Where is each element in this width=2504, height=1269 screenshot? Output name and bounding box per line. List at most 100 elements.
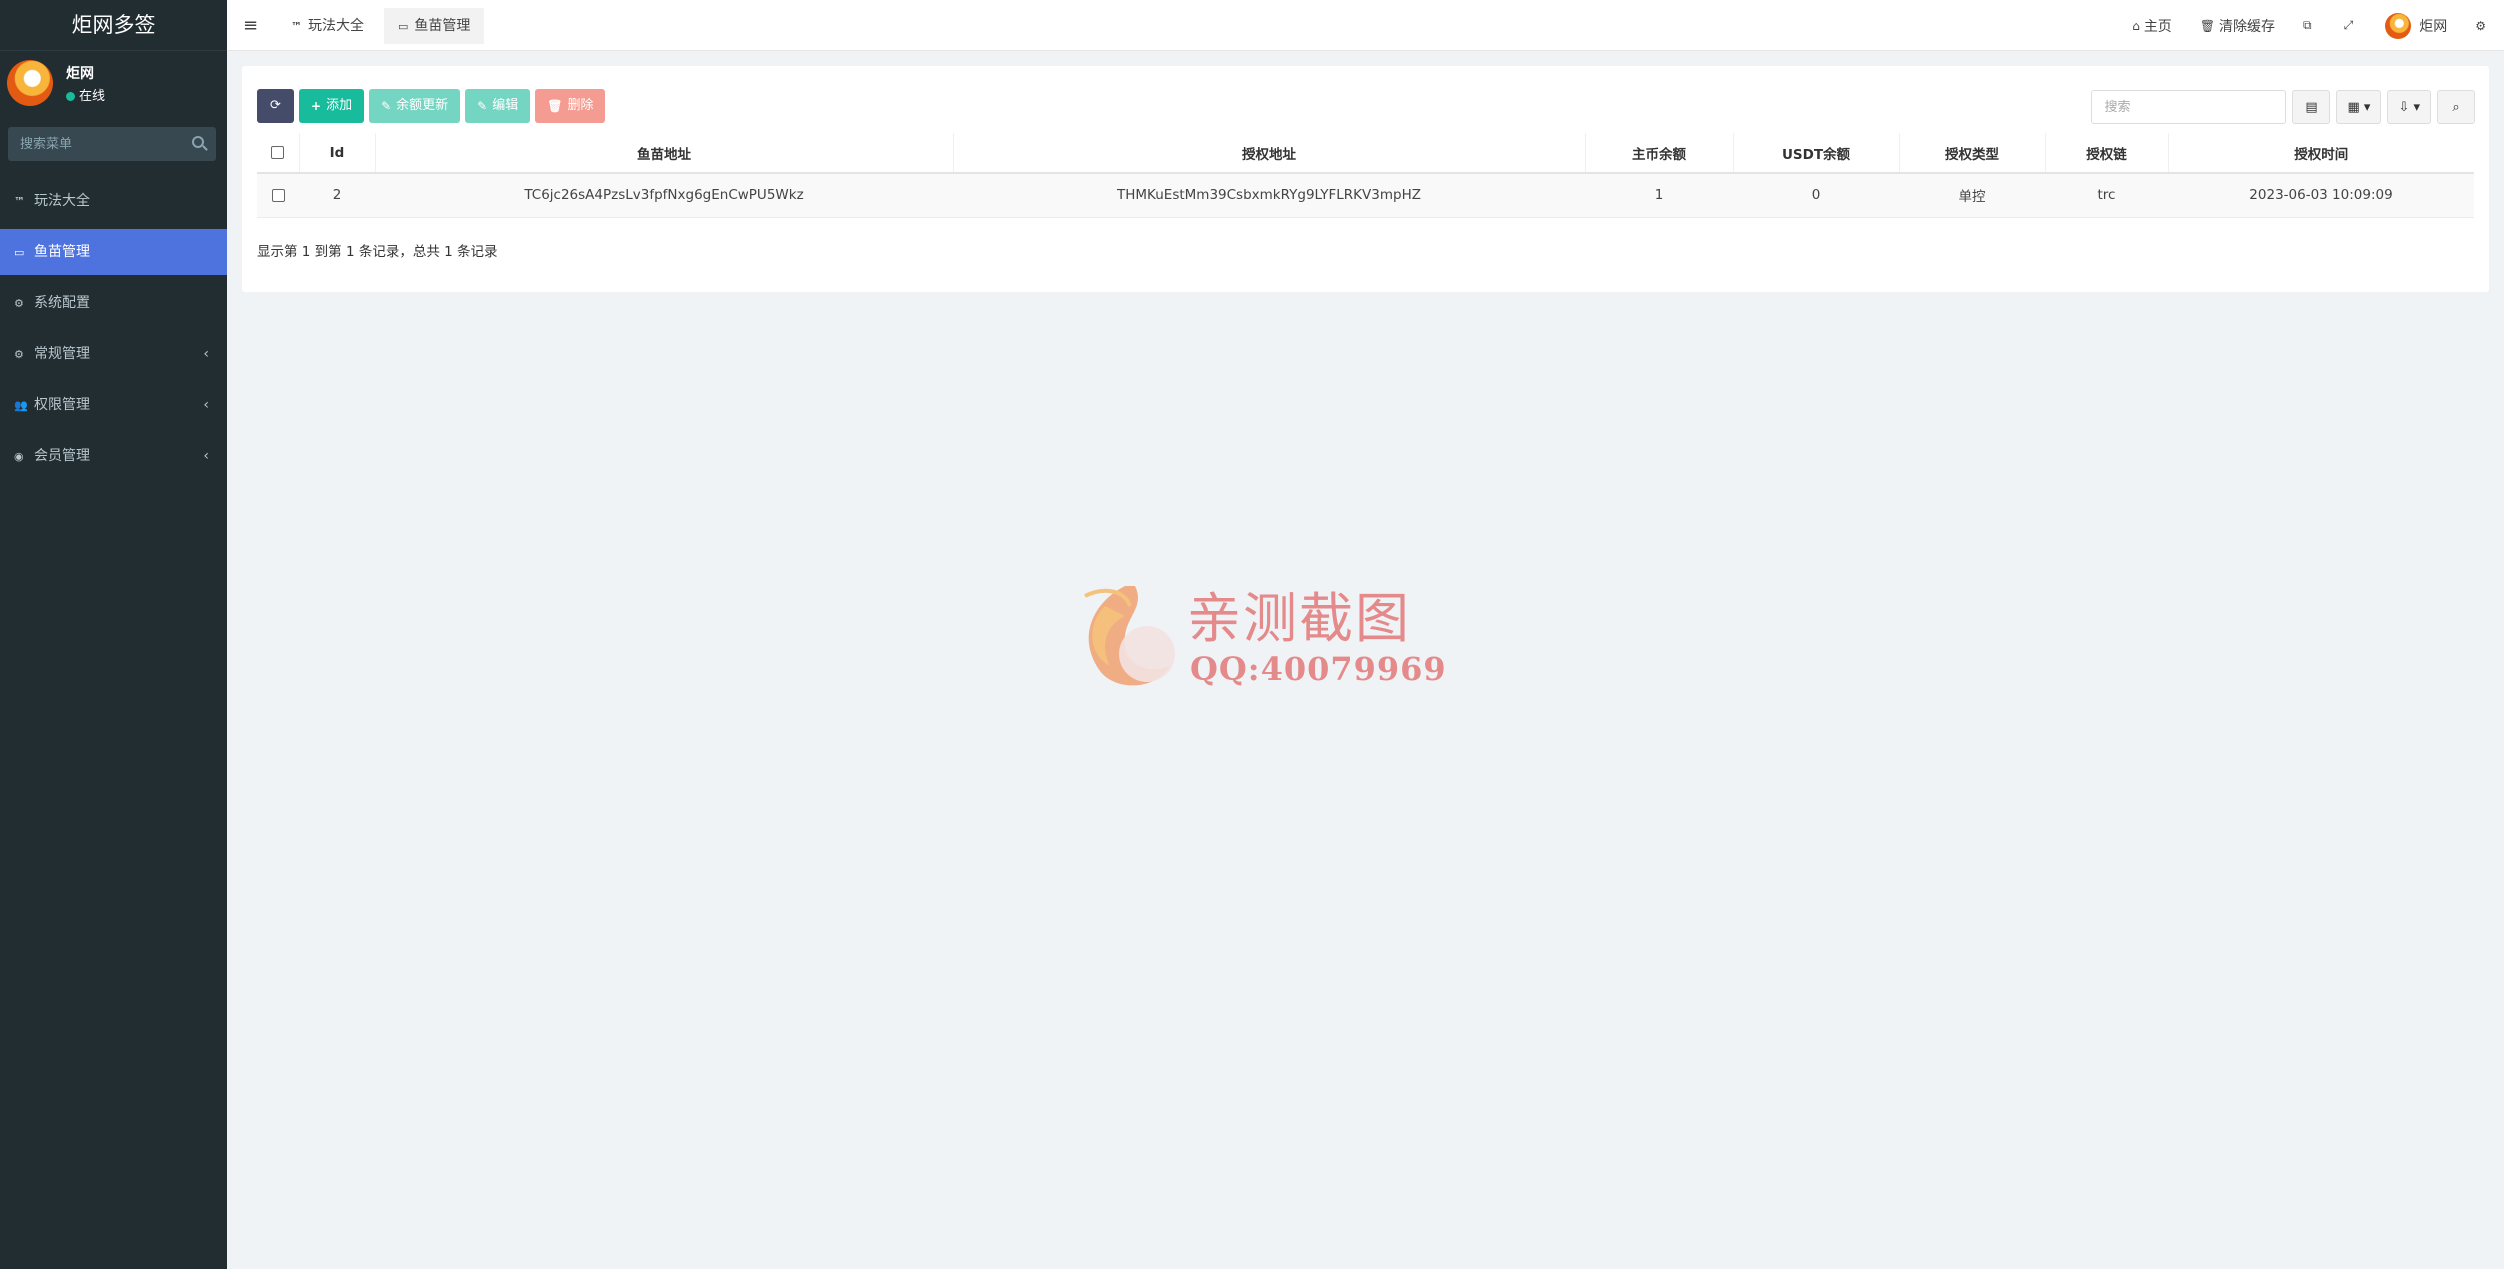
column-header[interactable]: 授权类型 (1898, 133, 2045, 174)
select-all-cell (257, 133, 299, 174)
sidebar-item-play[interactable]: ™ 玩法大全 (0, 178, 227, 224)
balance-update-label: 余额更新 (396, 98, 449, 113)
column-header[interactable]: 鱼苗地址 (374, 133, 953, 174)
balance-update-button[interactable]: ✎ 余额更新 (369, 89, 461, 123)
table-cell: trc (2045, 173, 2168, 218)
sidebar-menu: ™ 玩法大全 ▭ 鱼苗管理 ⚙ 系统配置 ⚙ 常规管理 ‹ 👥 权限管理 ‹ ◉ 会员管理 ‹ (0, 178, 227, 484)
status-dot-icon (66, 92, 75, 101)
row-select-cell (257, 173, 299, 218)
group-icon: 👥 (14, 399, 28, 412)
table-toolbar: ⟳ + 添加 ✎ 余额更新 ✎ 编辑 🗑 删除 (257, 89, 606, 123)
gear-icon: ⚙ (14, 297, 24, 310)
top-navbar: ≡ ™ 玩法大全 ▭ 鱼苗管理 ⌂ 主页 🗑 清除缓存 ⧉ ⤢ 炬网 ⚙ (227, 0, 2504, 51)
wallet-icon: ▭ (14, 246, 25, 259)
search-icon: ⌕ (2452, 99, 2460, 115)
sidebar-item-label: 系统配置 (34, 295, 90, 311)
trash-icon: 🗑 (2199, 18, 2216, 33)
column-header[interactable]: 主币余额 (1584, 133, 1733, 174)
add-label: 添加 (326, 98, 353, 113)
trash-icon: 🗑 (547, 99, 563, 113)
chevron-left-icon: ‹ (203, 346, 209, 362)
user-name: 炬网 (66, 66, 94, 82)
add-button[interactable]: + 添加 (299, 89, 365, 123)
phoenix-logo-icon (1084, 586, 1175, 686)
data-table: Id 鱼苗地址 授权地址 主币余额 USDT余额 授权类型 授权链 授权时间 2… (257, 133, 2474, 218)
user-panel: 炬网 在线 (0, 51, 227, 117)
cogs-icon: ⚙ (14, 348, 24, 361)
column-header[interactable]: 授权链 (2044, 133, 2168, 174)
table-header-row: Id 鱼苗地址 授权地址 主币余额 USDT余额 授权类型 授权链 授权时间 (257, 133, 2474, 174)
table-cell: THMKuEstMm39CsbxmkRYg9LYFLRKV3mpHZ (953, 173, 1585, 218)
table-cell: 2023-06-03 10:09:09 (2168, 173, 2474, 218)
table-row[interactable]: 2 TC6jc26sA4PzsLv3fpfNxg6gEnCwPU5Wkz THM… (257, 173, 2474, 218)
clear-cache-label: 清除缓存 (2219, 18, 2276, 35)
edit-button[interactable]: ✎ 编辑 (465, 89, 531, 123)
top-right-tools: ⌂ 主页 🗑 清除缓存 ⧉ ⤢ 炬网 ⚙ (2118, 0, 2504, 51)
plus-icon: + (311, 99, 322, 113)
sidebar-item-general[interactable]: ⚙ 常规管理 ‹ (0, 331, 227, 377)
brand-logo[interactable]: 炬网多签 (0, 0, 227, 51)
export-button[interactable]: ⇩ ▾ (2387, 90, 2431, 124)
sidebar: 炬网多签 炬网 在线 ™ 玩法大全 ▭ 鱼苗管理 ⚙ 系统配置 ⚙ 常规管理 ‹ 👥 权限管… (0, 0, 227, 1269)
user-menu[interactable]: 炬网 (2371, 12, 2461, 39)
chevron-left-icon: ‹ (203, 397, 209, 413)
home-link[interactable]: ⌂ 主页 (2118, 16, 2186, 36)
tab-label: 鱼苗管理 (414, 18, 471, 34)
wallet-icon: ▭ (398, 20, 409, 33)
home-label: 主页 (2143, 18, 2172, 35)
delete-button[interactable]: 🗑 删除 (535, 89, 606, 123)
sidebar-item-member[interactable]: ◉ 会员管理 ‹ (0, 433, 227, 479)
watermark-text: 亲测截图 (1187, 587, 1411, 650)
column-header[interactable]: 授权地址 (952, 133, 1585, 174)
tab-label: 玩法大全 (308, 18, 364, 34)
advanced-search-button[interactable]: ⌕ (2437, 90, 2475, 124)
sidebar-item-label: 会员管理 (34, 448, 90, 464)
row-checkbox[interactable] (271, 188, 285, 202)
tab-fish[interactable]: ▭ 鱼苗管理 (384, 8, 485, 44)
watermark: 亲测截图 QQ:40079969 (1065, 570, 1455, 700)
table-cell: 1 (1585, 173, 1733, 218)
sidebar-search-input[interactable] (8, 127, 216, 161)
content-panel: ⟳ + 添加 ✎ 余额更新 ✎ 编辑 🗑 删除 ▤ ▦ ▾ ⇩ ▾ ⌕ Id 鱼苗地址 … (242, 66, 2489, 292)
cogs-icon: ⚙ (2475, 18, 2486, 33)
user-circle-icon: ◉ (14, 450, 24, 463)
toggle-view-button[interactable]: ▤ (2292, 90, 2331, 124)
table-cell: TC6jc26sA4PzsLv3fpfNxg6gEnCwPU5Wkz (375, 173, 953, 218)
watermark-qq: QQ:40079969 (1190, 650, 1447, 688)
column-header[interactable]: USDT余额 (1732, 133, 1899, 174)
select-all-checkbox[interactable] (271, 146, 285, 159)
sidebar-item-label: 玩法大全 (34, 193, 90, 209)
search-icon[interactable] (192, 136, 204, 148)
refresh-icon: ⟳ (270, 98, 281, 113)
clear-cache-link[interactable]: 🗑 清除缓存 (2186, 16, 2289, 36)
settings-button[interactable]: ⚙ (2461, 19, 2504, 33)
language-button[interactable]: ⧉ (2289, 18, 2330, 33)
column-header[interactable]: 授权时间 (2167, 133, 2474, 174)
sidebar-item-fish[interactable]: ▭ 鱼苗管理 (0, 229, 227, 275)
fullscreen-button[interactable]: ⤢ (2330, 18, 2372, 33)
columns-button[interactable]: ▦ ▾ (2336, 90, 2382, 124)
column-header[interactable]: Id (298, 133, 375, 174)
menu-toggle-icon[interactable]: ≡ (243, 15, 261, 36)
table-cell: 0 (1733, 173, 1899, 218)
table-search-input[interactable] (2091, 90, 2287, 124)
export-icon: ⇩ ▾ (2398, 99, 2420, 115)
status-text: 在线 (79, 89, 106, 104)
table-right-tools: ▤ ▦ ▾ ⇩ ▾ ⌕ (2091, 90, 2475, 124)
chevron-left-icon: ‹ (203, 448, 209, 464)
tm-icon: ™ (291, 20, 302, 33)
sidebar-item-label: 权限管理 (34, 397, 90, 413)
top-user-name: 炬网 (2419, 18, 2448, 35)
table-icon: ▤ (2305, 99, 2318, 115)
fullscreen-icon: ⤢ (2343, 18, 2354, 32)
tm-icon: ™ (14, 195, 25, 208)
sidebar-item-system-config[interactable]: ⚙ 系统配置 (0, 280, 227, 326)
table-cell: 单控 (1899, 173, 2045, 218)
avatar (2385, 12, 2412, 39)
tab-play[interactable]: ™ 玩法大全 (277, 8, 378, 44)
sidebar-item-permission[interactable]: 👥 权限管理 ‹ (0, 382, 227, 428)
grid-icon: ▦ ▾ (2347, 99, 2371, 115)
delete-label: 删除 (567, 98, 594, 113)
sidebar-item-label: 鱼苗管理 (34, 244, 90, 260)
refresh-button[interactable]: ⟳ (257, 89, 294, 123)
